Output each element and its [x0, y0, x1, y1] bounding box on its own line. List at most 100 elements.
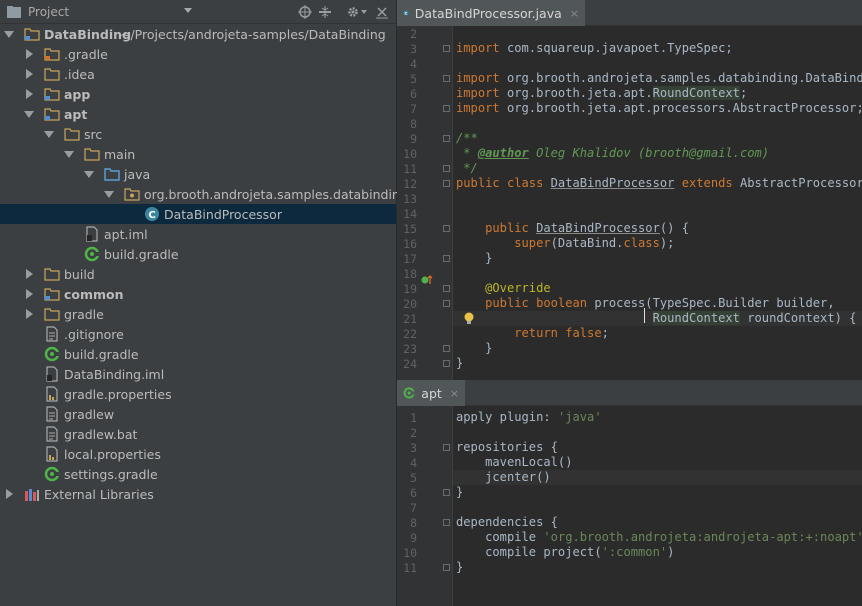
code-line[interactable]: jcenter() [456, 470, 551, 484]
tree-item[interactable]: .gradle [0, 44, 396, 64]
hide-panel-icon[interactable] [373, 3, 391, 21]
fold-marker-icon[interactable] [443, 225, 450, 232]
fold-marker-icon[interactable] [443, 564, 450, 571]
tree-item[interactable]: DataBinding.iml [0, 364, 396, 384]
tree-item[interactable]: build [0, 264, 396, 284]
tree-item-label: gradlew.bat [64, 427, 138, 442]
code-line[interactable]: mavenLocal() [456, 455, 572, 469]
intention-bulb-icon[interactable] [463, 312, 475, 329]
override-gutter-icon[interactable] [421, 274, 433, 289]
code-line[interactable]: import org.brooth.androjeta.samples.data… [456, 71, 862, 85]
line-number-gutter: 2 3 4 5 6 7 8 9 10 11 12 13 14 15 16 17 18 19 20 21 22 23 24 [397, 26, 453, 380]
code-line[interactable]: /** [456, 131, 478, 145]
code-line[interactable]: } [456, 560, 463, 574]
tree-item[interactable]: build.gradle [0, 244, 396, 264]
code-line[interactable]: dependencies { [456, 515, 558, 529]
code-line[interactable]: compile 'org.brooth.androjeta:androjeta-… [456, 530, 862, 544]
settings-gear-icon[interactable] [344, 3, 370, 21]
collapsed-arrow-icon[interactable] [26, 269, 33, 279]
collapsed-arrow-icon[interactable] [26, 89, 33, 99]
collapsed-arrow-icon[interactable] [6, 489, 13, 499]
fold-marker-icon[interactable] [443, 300, 450, 307]
tree-item[interactable]: common [0, 284, 396, 304]
code-line[interactable]: * @author Oleg Khalidov (brooth@gmail.co… [456, 146, 769, 160]
fold-marker-icon[interactable] [443, 165, 450, 172]
code-line[interactable]: repositories { [456, 440, 558, 454]
fold-marker-icon[interactable] [443, 105, 450, 112]
code-line[interactable]: public DataBindProcessor() { [456, 221, 689, 235]
collapsed-arrow-icon[interactable] [26, 69, 33, 79]
collapsed-arrow-icon[interactable] [26, 309, 33, 319]
fold-marker-icon[interactable] [443, 345, 450, 352]
code-line[interactable]: } [456, 356, 463, 370]
view-dropdown-icon[interactable] [184, 8, 192, 13]
tree-item[interactable]: main [0, 144, 396, 164]
code-line[interactable]: } [456, 485, 463, 499]
expanded-arrow-icon[interactable] [4, 31, 14, 38]
fold-marker-icon[interactable] [443, 444, 450, 451]
fold-marker-icon[interactable] [443, 360, 450, 367]
collapse-all-icon[interactable] [316, 3, 334, 21]
tree-item[interactable]: .idea [0, 64, 396, 84]
close-tab-icon[interactable]: × [450, 387, 459, 400]
tree-item[interactable]: gradlew.bat [0, 424, 396, 444]
tree-item[interactable]: org.brooth.androjeta.samples.databinding… [0, 184, 412, 204]
tree-item[interactable]: gradle [0, 304, 396, 324]
expanded-arrow-icon[interactable] [64, 151, 74, 158]
code-line[interactable]: } [456, 341, 492, 355]
fold-marker-icon[interactable] [443, 135, 450, 142]
code-line[interactable]: import org.brooth.jeta.apt.RoundContext; [456, 86, 747, 100]
scroll-from-source-icon[interactable] [296, 3, 314, 21]
collapsed-arrow-icon[interactable] [26, 49, 33, 59]
code-line[interactable]: import org.brooth.jeta.apt.processors.Ab… [456, 101, 862, 115]
tree-item[interactable]: app [0, 84, 396, 104]
project-view-title[interactable]: Project [28, 5, 69, 19]
code-line[interactable]: public boolean process(TypeSpec.Builder … [456, 296, 835, 310]
code-line[interactable]: } [456, 251, 492, 265]
tree-item-label: External Libraries [44, 487, 154, 502]
fold-marker-icon[interactable] [443, 285, 450, 292]
code-area[interactable]: apply plugin: 'java' repositories { maven… [453, 406, 862, 606]
tree-item[interactable]: DataBinding ~/Projects/androjeta-samples/… [0, 24, 396, 44]
tree-item[interactable]: gradle.properties [0, 384, 396, 404]
tree-item[interactable]: C DataBindProcessor [0, 204, 396, 224]
tree-item[interactable]: local.properties [0, 444, 396, 464]
tab-apt-gradle[interactable]: apt × [397, 380, 465, 406]
tree-item[interactable]: .gitignore [0, 324, 396, 344]
fold-marker-icon[interactable] [443, 180, 450, 187]
tree-item[interactable]: gradlew [0, 404, 396, 424]
code-line[interactable]: @Override [456, 281, 551, 295]
tree-item[interactable]: settings.gradle [0, 464, 396, 484]
tab-databindprocessor-java[interactable]: C DataBindProcessor.java × [397, 0, 585, 26]
code-line[interactable]: return false; [456, 326, 609, 340]
tree-item-label: build [64, 267, 95, 282]
folder-icon [64, 126, 80, 142]
line-number: 4 [410, 456, 417, 470]
fold-marker-icon[interactable] [443, 255, 450, 262]
collapsed-arrow-icon[interactable] [26, 289, 33, 299]
code-line[interactable]: apply plugin: 'java' [456, 410, 602, 424]
code-line[interactable]: */ [456, 161, 478, 175]
tree-item[interactable]: src [0, 124, 396, 144]
code-area[interactable]: import com.squareup.javapoet.TypeSpec; im… [453, 26, 862, 380]
tree-item[interactable]: apt [0, 104, 396, 124]
code-line[interactable]: super(DataBind.class); [456, 236, 674, 250]
code-line[interactable]: import com.squareup.javapoet.TypeSpec; [456, 41, 733, 55]
fold-marker-icon[interactable] [443, 75, 450, 82]
fold-marker-icon[interactable] [443, 489, 450, 496]
tree-item[interactable]: build.gradle [0, 344, 396, 364]
fold-marker-icon[interactable] [443, 45, 450, 52]
tree-item[interactable]: External Libraries [0, 484, 396, 504]
tree-item[interactable]: java [0, 164, 396, 184]
expanded-arrow-icon[interactable] [44, 131, 54, 138]
code-line[interactable]: public class DataBindProcessor extends A… [456, 176, 862, 190]
expanded-arrow-icon[interactable] [24, 111, 34, 118]
tree-item[interactable]: apt.iml [0, 224, 396, 244]
close-tab-icon[interactable]: × [570, 7, 579, 20]
expanded-arrow-icon[interactable] [84, 171, 94, 178]
code-line[interactable]: RoundContext roundContext) { [456, 311, 856, 325]
fold-marker-icon[interactable] [443, 519, 450, 526]
expanded-arrow-icon[interactable] [104, 191, 114, 198]
code-line[interactable]: compile project(':common') [456, 545, 674, 559]
project-tree[interactable]: DataBinding ~/Projects/androjeta-samples/… [0, 24, 412, 504]
